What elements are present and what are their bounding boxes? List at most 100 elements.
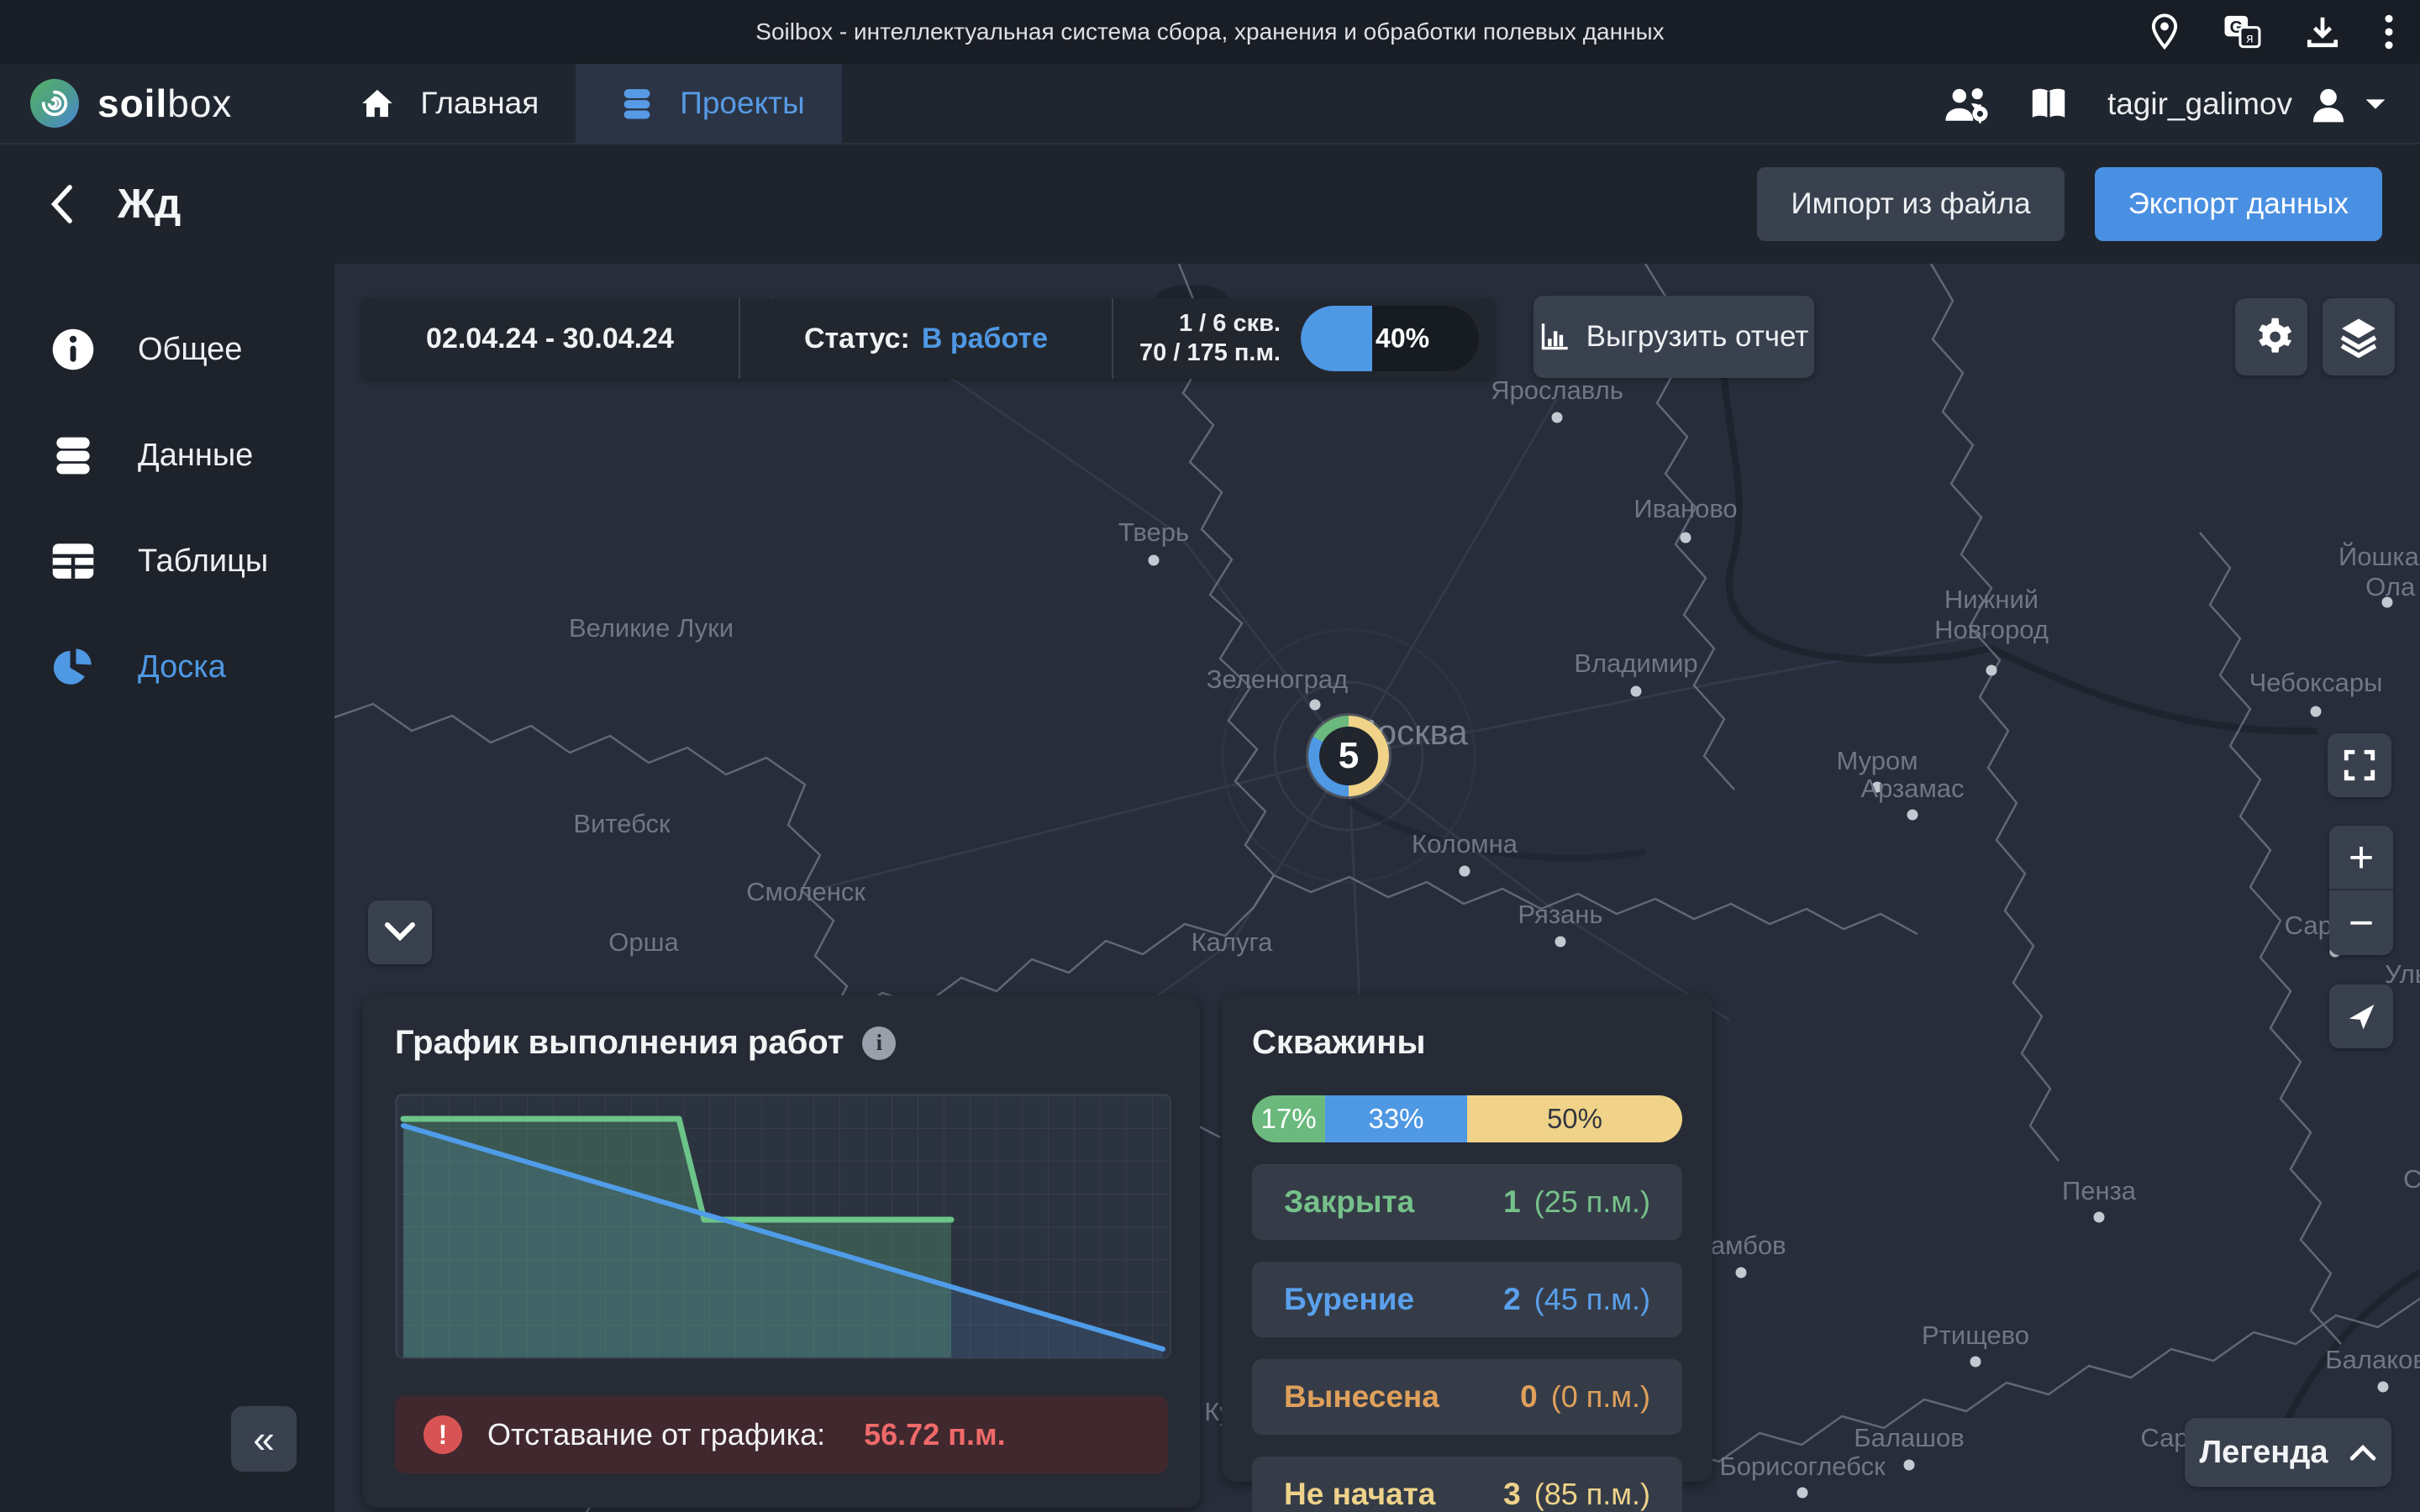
bar-chart-icon (1539, 322, 1570, 352)
progress-label: 40% (1376, 323, 1429, 354)
map-layers-button[interactable] (2323, 298, 2395, 375)
fullscreen-button[interactable] (2328, 733, 2391, 797)
sidebar-menu: Общее Данные Таблицы (0, 264, 334, 697)
nav-item-home[interactable]: Главная (316, 64, 576, 143)
main-navbar: soilbox Главная Проекты (0, 64, 2420, 144)
map-city-dot (1970, 1357, 1981, 1368)
map-city-dot (1310, 700, 1321, 711)
nav-item-label: Главная (420, 86, 539, 121)
wells-distribution-bar: 17% 33% 50% (1252, 1095, 1682, 1142)
project-status: Статус: В работе (739, 298, 1112, 379)
map-city-dot (1631, 686, 1642, 697)
legend-label: Легенда (2200, 1435, 2328, 1471)
sidebar-item-tables[interactable]: Таблицы (0, 531, 334, 591)
nav-item-projects[interactable]: Проекты (576, 64, 841, 143)
soilbox-logo[interactable]: soilbox (30, 79, 232, 128)
sidebar-item-label: Общее (138, 332, 242, 368)
map-city-dot (1904, 1460, 1915, 1471)
well-row-closed: Закрыта 1(25 п.м.) (1252, 1164, 1682, 1240)
user-menu[interactable]: tagir_galimov (2107, 85, 2386, 123)
user-management-icon[interactable] (1943, 85, 1990, 123)
meters-count: 70 / 175 п.м. (1139, 341, 1281, 365)
location-pin-icon[interactable] (2148, 13, 2181, 51)
status-value: В работе (922, 323, 1048, 355)
cluster-count: 5 (1319, 727, 1378, 785)
nav-menu: Главная Проекты (316, 64, 841, 143)
well-count: 0 (1520, 1379, 1538, 1415)
well-meters: (85 п.м.) (1534, 1477, 1650, 1512)
well-row-drilling: Бурение 2(45 п.м.) (1252, 1262, 1682, 1337)
project-title: Жд (118, 181, 181, 228)
progress-fill (1301, 306, 1372, 371)
zoom-out-button[interactable]: − (2329, 890, 2393, 955)
map-canvas[interactable]: ЯрославльТверьИвановоЙошкар-ОлаНижний Но… (334, 264, 2420, 1512)
map-city-dot (1872, 782, 1883, 793)
map-city-dot (1986, 665, 1997, 676)
map-city-dot (1149, 555, 1160, 566)
project-header: Жд Импорт из файла Экспорт данных (0, 144, 2420, 264)
translate-icon[interactable]: Gя (2223, 14, 2262, 50)
sidebar-item-label: Данные (138, 438, 253, 474)
back-button[interactable] (49, 183, 74, 225)
page-document-title: Soilbox - интеллектуальная система сбора… (0, 18, 2420, 45)
wells-panel-title: Скважины (1252, 1024, 1682, 1062)
wells-panel: Скважины 17% 33% 50% Закрыта 1(25 п.м.) … (1222, 994, 1712, 1482)
database-icon (49, 434, 97, 476)
map-city-dot (2378, 1382, 2389, 1393)
project-sidebar: Общее Данные Таблицы (0, 264, 334, 1512)
sidebar-item-board[interactable]: Доска (0, 637, 334, 697)
soilbox-logo-icon (30, 79, 79, 128)
docs-book-icon[interactable] (2028, 86, 2069, 123)
chart-title-text: График выполнения работ (395, 1024, 844, 1062)
status-label: Статус: (804, 323, 910, 355)
import-file-button[interactable]: Импорт из файла (1757, 167, 2064, 241)
export-data-button[interactable]: Экспорт данных (2095, 167, 2382, 241)
layers-icon (2339, 316, 2378, 358)
soilbox-wordmark: soilbox (97, 81, 232, 126)
browser-actions: Gя (2148, 0, 2395, 64)
download-icon[interactable] (2304, 13, 2341, 50)
sidebar-item-data[interactable]: Данные (0, 425, 334, 486)
well-cluster-marker[interactable]: 5 (1308, 716, 1389, 796)
map-city-dot (1797, 1488, 1808, 1499)
well-meters: (45 п.м.) (1534, 1282, 1650, 1317)
collapse-statusbar-button[interactable] (368, 900, 432, 964)
navigation-arrow-icon (2346, 1001, 2376, 1032)
chevron-down-icon (2365, 97, 2386, 112)
well-row-not-started: Не начата 3(85 п.м.) (1252, 1457, 1682, 1512)
download-report-button[interactable]: Выгрузить отчет (1534, 296, 1814, 378)
well-count: 2 (1503, 1282, 1521, 1317)
info-icon[interactable]: i (862, 1026, 896, 1060)
legend-toggle-button[interactable]: Легенда (2185, 1418, 2391, 1487)
zoom-in-button[interactable]: + (2329, 826, 2393, 890)
chevron-up-icon (2349, 1444, 2376, 1461)
well-status-value: 0 (0 п.м.) (1520, 1379, 1650, 1415)
schedule-chart (395, 1094, 1171, 1359)
well-row-staked: Вынесена 0 (0 п.м.) (1252, 1359, 1682, 1435)
well-meters: (0 п.м.) (1551, 1379, 1650, 1415)
kebab-menu-icon[interactable] (2383, 13, 2395, 51)
well-status-label: Вынесена (1284, 1379, 1439, 1415)
gear-icon (2249, 315, 2293, 359)
alert-value: 56.72 п.м. (864, 1417, 1005, 1452)
report-button-label: Выгрузить отчет (1586, 320, 1809, 354)
sidebar-collapse-button[interactable]: « (231, 1406, 297, 1472)
map-city-dot (1681, 533, 1691, 543)
sidebar-item-label: Таблицы (138, 543, 268, 580)
pie-chart-icon (49, 645, 97, 689)
map-city-dot (1907, 810, 1918, 821)
chevron-down-icon (385, 922, 415, 942)
username-label: tagir_galimov (2107, 87, 2292, 122)
map-settings-button[interactable] (2235, 298, 2307, 375)
sidebar-item-general[interactable]: Общее (0, 319, 334, 380)
well-status-label: Закрыта (1284, 1184, 1414, 1220)
project-dates: 02.04.24 - 30.04.24 (361, 298, 739, 379)
well-count: 1 (1503, 1184, 1521, 1220)
navbar-right: tagir_galimov (1943, 64, 2386, 144)
well-status-value: 1(25 п.м.) (1503, 1184, 1650, 1220)
locate-button[interactable] (2329, 984, 2393, 1048)
nav-item-label: Проекты (680, 86, 804, 121)
sidebar-item-label: Доска (138, 649, 226, 685)
header-actions: Импорт из файла Экспорт данных (1757, 167, 2382, 241)
bar-segment-drilling: 33% (1325, 1095, 1467, 1142)
